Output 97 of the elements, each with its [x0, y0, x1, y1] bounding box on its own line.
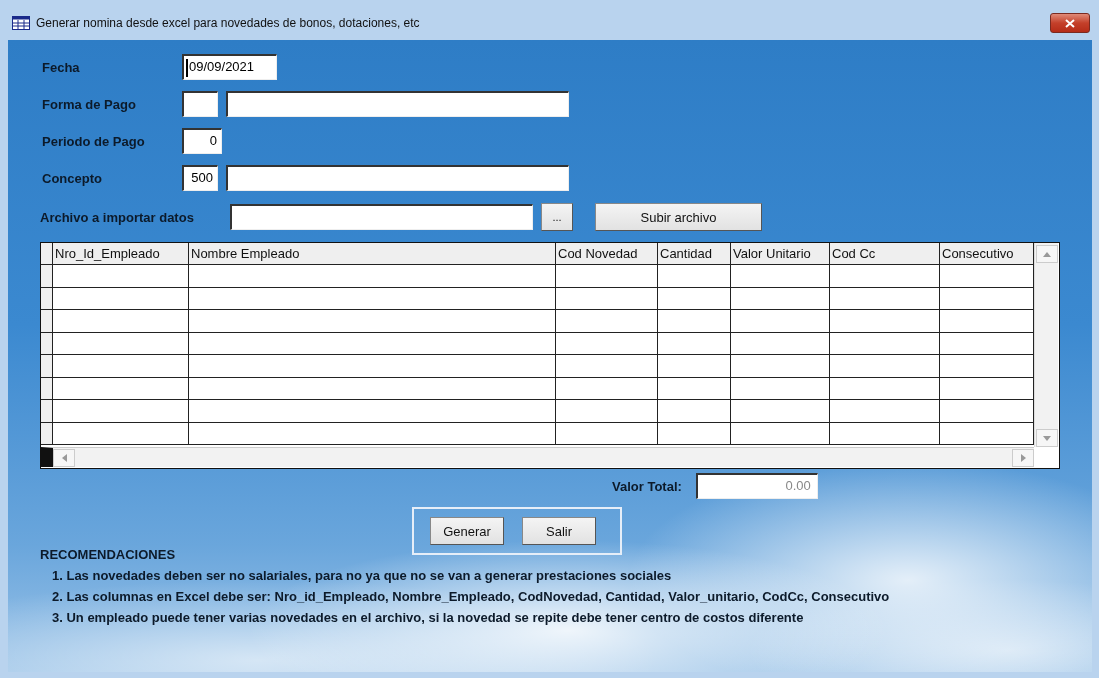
- input-field[interactable]: 09/09/2021: [182, 54, 277, 80]
- table-cell[interactable]: [53, 310, 189, 333]
- table-cell[interactable]: [556, 310, 658, 333]
- table-cell[interactable]: [556, 287, 658, 310]
- row-header[interactable]: [41, 310, 53, 333]
- table-cell[interactable]: [556, 355, 658, 378]
- upload-button[interactable]: Subir archivo: [595, 203, 762, 231]
- table-cell[interactable]: [731, 355, 830, 378]
- table-cell[interactable]: [658, 332, 731, 355]
- field-label: Forma de Pago: [42, 96, 137, 112]
- column-header[interactable]: Cod Cc: [830, 243, 940, 265]
- down-arrow-icon: [1042, 435, 1051, 441]
- data-grid[interactable]: Nro_Id_Empleado Nombre Empleado Cod Novedad Cantidad Valor Unitario Cod Cc Consecutivo: [40, 242, 1060, 469]
- horizontal-scrollbar[interactable]: [41, 447, 1034, 467]
- table-cell[interactable]: [658, 377, 731, 400]
- right-arrow-icon: [1020, 453, 1026, 462]
- table-cell[interactable]: [556, 422, 658, 445]
- table-cell[interactable]: [53, 422, 189, 445]
- table-cell[interactable]: [556, 377, 658, 400]
- browse-button[interactable]: ...: [541, 203, 573, 231]
- table-cell[interactable]: [830, 265, 940, 288]
- table-cell[interactable]: [53, 400, 189, 423]
- column-header[interactable]: Consecutivo: [940, 243, 1034, 265]
- table-cell[interactable]: [830, 332, 940, 355]
- table-cell[interactable]: [189, 310, 556, 333]
- table-cell[interactable]: [731, 332, 830, 355]
- up-arrow-icon: [1042, 251, 1051, 257]
- table-cell[interactable]: [189, 400, 556, 423]
- row-header[interactable]: [41, 265, 53, 288]
- window-title: Generar nomina desde excel para novedades de bonos, dotaciones, etc: [36, 16, 420, 30]
- table-cell[interactable]: [658, 310, 731, 333]
- table-cell[interactable]: [830, 355, 940, 378]
- table-cell[interactable]: [189, 422, 556, 445]
- recommendation-text: 1. Las novedades deben ser no salariales, para no ya que no se van a generar prestaciones sociales: [52, 568, 672, 583]
- table-cell[interactable]: [658, 422, 731, 445]
- column-header[interactable]: Valor Unitario: [731, 243, 830, 265]
- table-cell[interactable]: [731, 400, 830, 423]
- vertical-scrollbar[interactable]: [1034, 243, 1058, 447]
- table-cell[interactable]: [731, 422, 830, 445]
- table-cell[interactable]: [658, 400, 731, 423]
- table-cell[interactable]: [556, 400, 658, 423]
- input-field[interactable]: 0: [182, 128, 222, 154]
- row-header[interactable]: [41, 355, 53, 378]
- table-cell[interactable]: [731, 310, 830, 333]
- row-header[interactable]: [41, 287, 53, 310]
- table-cell[interactable]: [830, 400, 940, 423]
- file-path-field[interactable]: [230, 204, 533, 230]
- table-cell[interactable]: [189, 332, 556, 355]
- total-label: Valor Total:: [612, 478, 682, 494]
- table-cell[interactable]: [556, 265, 658, 288]
- table-cell[interactable]: [731, 287, 830, 310]
- close-icon: [1065, 18, 1075, 28]
- table-cell[interactable]: [658, 287, 731, 310]
- corner-header[interactable]: [41, 243, 53, 265]
- column-header[interactable]: Cod Novedad: [556, 243, 658, 265]
- column-header[interactable]: Nro_Id_Empleado: [53, 243, 189, 265]
- field-label: Fecha: [42, 59, 81, 75]
- table-cell[interactable]: [189, 377, 556, 400]
- close-button[interactable]: [1050, 13, 1090, 33]
- row-header[interactable]: [41, 422, 53, 445]
- table-cell[interactable]: [189, 287, 556, 310]
- table-cell[interactable]: [53, 355, 189, 378]
- table-cell[interactable]: [53, 265, 189, 288]
- recommendation-text: 2. Las columnas en Excel debe ser: Nro_id_Empleado, Nombre_Empleado, CodNovedad, Cantidad, Valor_unitario, CodCc, Consecutivo: [52, 589, 890, 604]
- table-cell[interactable]: [189, 355, 556, 378]
- recommendation-text: 3. Un empleado puede tener varias novedades en el archivo, si la novedad se repite debe tener centro de costos diferente: [52, 610, 804, 625]
- table-cell[interactable]: [53, 332, 189, 355]
- field-label: Periodo de Pago: [42, 133, 146, 149]
- input-field[interactable]: [226, 91, 569, 117]
- field-label: Archivo a importar datos: [40, 209, 195, 225]
- column-header[interactable]: Nombre Empleado: [189, 243, 556, 265]
- table-cell[interactable]: [731, 377, 830, 400]
- table-cell[interactable]: [830, 310, 940, 333]
- table-cell[interactable]: [830, 287, 940, 310]
- table-icon: [12, 16, 30, 30]
- table-cell[interactable]: [658, 265, 731, 288]
- column-header[interactable]: Cantidad: [658, 243, 731, 265]
- left-arrow-icon: [61, 453, 67, 462]
- action-button[interactable]: Generar: [430, 517, 504, 545]
- table-cell[interactable]: [658, 355, 731, 378]
- row-header[interactable]: [41, 332, 53, 355]
- table-cell[interactable]: [830, 422, 940, 445]
- row-header[interactable]: [41, 400, 53, 423]
- table-cell[interactable]: [53, 287, 189, 310]
- field-label: Concepto: [42, 170, 103, 186]
- table-cell[interactable]: [189, 265, 556, 288]
- table-cell[interactable]: [556, 332, 658, 355]
- input-field[interactable]: [226, 165, 569, 191]
- recommendations-title: RECOMENDACIONES: [40, 547, 176, 562]
- table-cell[interactable]: [731, 265, 830, 288]
- table-cell[interactable]: [830, 377, 940, 400]
- input-field[interactable]: [182, 91, 218, 117]
- row-header[interactable]: [41, 377, 53, 400]
- action-button[interactable]: Salir: [522, 517, 596, 545]
- table-cell[interactable]: [53, 377, 189, 400]
- input-field[interactable]: 500: [182, 165, 218, 191]
- total-field: 0.00: [695, 473, 818, 499]
